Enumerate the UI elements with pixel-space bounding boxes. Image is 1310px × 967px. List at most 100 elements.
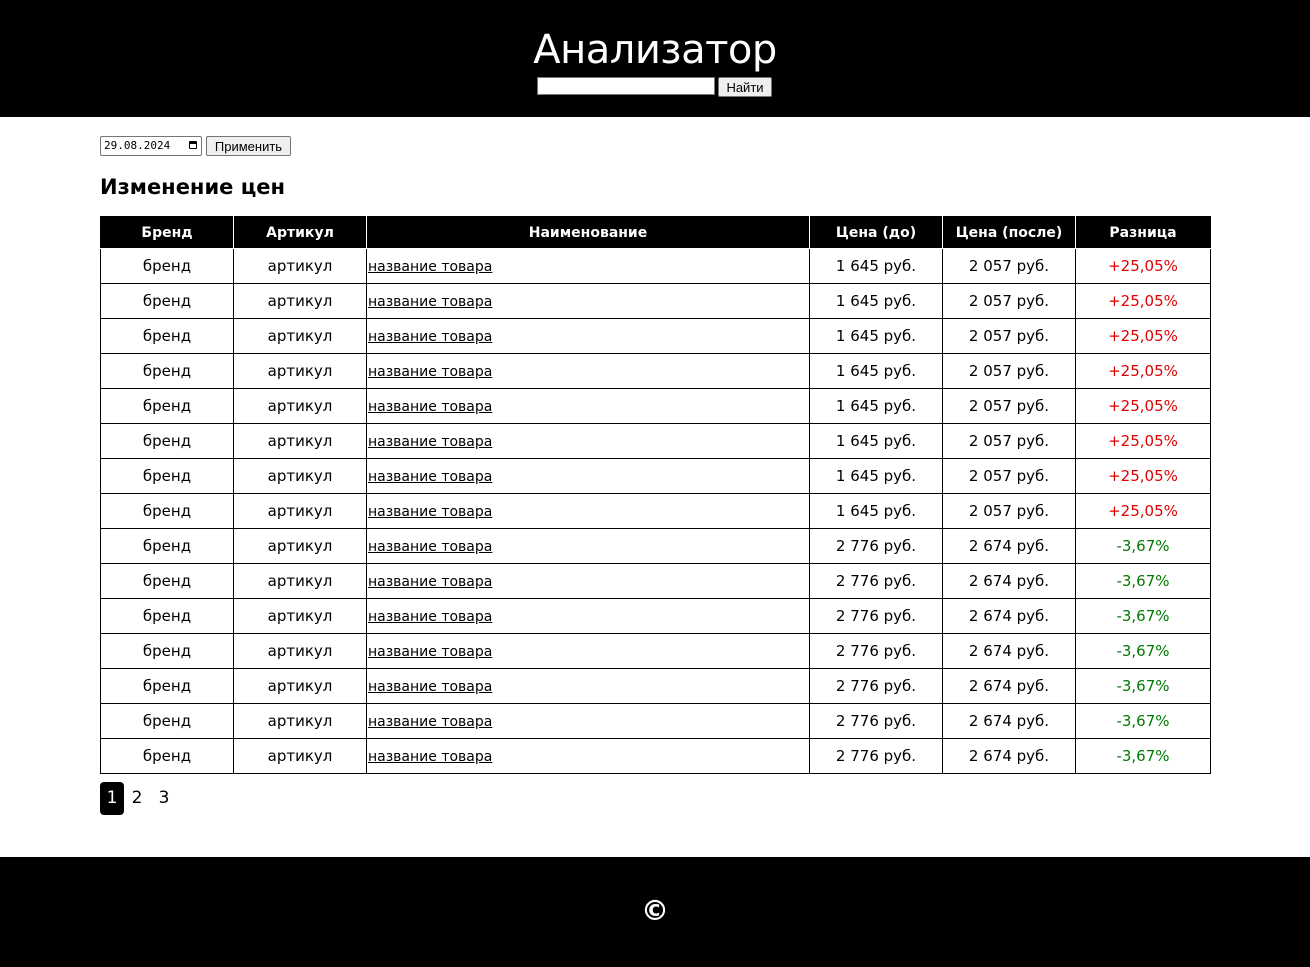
cell-difference: +25,05% [1075,493,1211,529]
cell-price-after: 2 674 руб. [942,738,1076,774]
search-button[interactable]: Найти [718,77,772,97]
cell-sku: артикул [233,318,367,354]
product-link[interactable]: название товара [368,469,492,485]
site-footer: © [0,857,1310,967]
page-link-2[interactable]: 2 [127,782,147,815]
product-link[interactable]: название товара [368,714,492,730]
cell-brand: бренд [100,598,234,634]
cell-price-after: 2 057 руб. [942,423,1076,459]
cell-price-before: 1 645 руб. [809,493,943,529]
product-link[interactable]: название товара [368,329,492,345]
cell-difference: +25,05% [1075,423,1211,459]
cell-difference: -3,67% [1075,563,1211,599]
cell-name: название товара [366,318,810,354]
product-link[interactable]: название товара [368,539,492,555]
product-link[interactable]: название товара [368,259,492,275]
cell-difference: -3,67% [1075,703,1211,739]
table-row: бренд артикул название товара 1 645 руб. 2 0… [100,388,1211,424]
cell-price-before: 1 645 руб. [809,423,943,459]
search-input[interactable] [537,77,715,95]
site-header: Анализатор Найти [0,0,1310,117]
cell-sku: артикул [233,283,367,319]
cell-brand: бренд [100,493,234,529]
cell-brand: бренд [100,563,234,599]
cell-brand: бренд [100,668,234,704]
table-row: бренд артикул название товара 2 776 руб. 2 6… [100,703,1211,739]
cell-difference: +25,05% [1075,388,1211,424]
cell-name: название товара [366,563,810,599]
cell-sku: артикул [233,563,367,599]
cell-brand: бренд [100,738,234,774]
cell-price-after: 2 674 руб. [942,563,1076,599]
cell-difference: +25,05% [1075,353,1211,389]
product-link[interactable]: название товара [368,399,492,415]
calendar-icon[interactable] [189,141,197,149]
cell-price-before: 2 776 руб. [809,738,943,774]
section-title: Изменение цен [100,175,286,199]
table-row: бренд артикул название товара 1 645 руб. 2 0… [100,458,1211,494]
product-link[interactable]: название товара [368,644,492,660]
cell-brand: бренд [100,423,234,459]
table-row: бренд артикул название товара 2 776 руб. 2 6… [100,598,1211,634]
cell-brand: бренд [100,283,234,319]
product-link[interactable]: название товара [368,574,492,590]
cell-brand: бренд [100,703,234,739]
cell-name: название товара [366,633,810,669]
cell-sku: артикул [233,703,367,739]
cell-brand: бренд [100,388,234,424]
table-row: бренд артикул название товара 1 645 руб. 2 0… [100,493,1211,529]
cell-sku: артикул [233,633,367,669]
cell-brand: бренд [100,318,234,354]
cell-difference: -3,67% [1075,633,1211,669]
cell-difference: -3,67% [1075,738,1211,774]
cell-brand: бренд [100,528,234,564]
table-row: бренд артикул название товара 2 776 руб. 2 6… [100,633,1211,669]
cell-sku: артикул [233,248,367,284]
page-link-3[interactable]: 3 [154,782,174,815]
cell-name: название товара [366,353,810,389]
product-link[interactable]: название товара [368,294,492,310]
column-header-sku: Артикул [233,216,367,249]
cell-sku: артикул [233,423,367,459]
product-link[interactable]: название товара [368,609,492,625]
date-input[interactable]: 29.08.2024 [100,136,202,156]
cell-sku: артикул [233,738,367,774]
cell-difference: -3,67% [1075,598,1211,634]
cell-difference: +25,05% [1075,248,1211,284]
cell-price-before: 1 645 руб. [809,388,943,424]
table-body: бренд артикул название товара 1 645 руб. 2 0… [100,248,1211,774]
cell-name: название товара [366,598,810,634]
cell-name: название товара [366,388,810,424]
column-header-name: Наименование [366,216,810,249]
cell-price-after: 2 674 руб. [942,668,1076,704]
product-link[interactable]: название товара [368,679,492,695]
product-link[interactable]: название товара [368,434,492,450]
column-header-brand: Бренд [100,216,234,249]
page-link-1[interactable]: 1 [100,782,124,815]
cell-difference: -3,67% [1075,668,1211,704]
product-link[interactable]: название товара [368,364,492,380]
table-row: бренд артикул название товара 2 776 руб. 2 6… [100,563,1211,599]
cell-price-after: 2 057 руб. [942,283,1076,319]
date-value: 29.08.2024 [104,139,171,152]
site-title: Анализатор [533,27,777,73]
cell-sku: артикул [233,388,367,424]
cell-brand: бренд [100,248,234,284]
table-row: бренд артикул название товара 2 776 руб. 2 6… [100,528,1211,564]
cell-difference: +25,05% [1075,283,1211,319]
product-link[interactable]: название товара [368,749,492,765]
cell-price-before: 2 776 руб. [809,528,943,564]
cell-price-before: 1 645 руб. [809,353,943,389]
cell-price-before: 2 776 руб. [809,598,943,634]
cell-price-before: 1 645 руб. [809,248,943,284]
cell-sku: артикул [233,528,367,564]
table-row: бренд артикул название товара 2 776 руб. 2 6… [100,668,1211,704]
cell-price-before: 1 645 руб. [809,458,943,494]
apply-button[interactable]: Применить [206,136,291,156]
copyright-symbol: © [641,894,669,927]
product-link[interactable]: название товара [368,504,492,520]
cell-price-before: 2 776 руб. [809,633,943,669]
cell-price-before: 2 776 руб. [809,703,943,739]
table-row: бренд артикул название товара 1 645 руб. 2 0… [100,248,1211,284]
cell-price-after: 2 057 руб. [942,248,1076,284]
